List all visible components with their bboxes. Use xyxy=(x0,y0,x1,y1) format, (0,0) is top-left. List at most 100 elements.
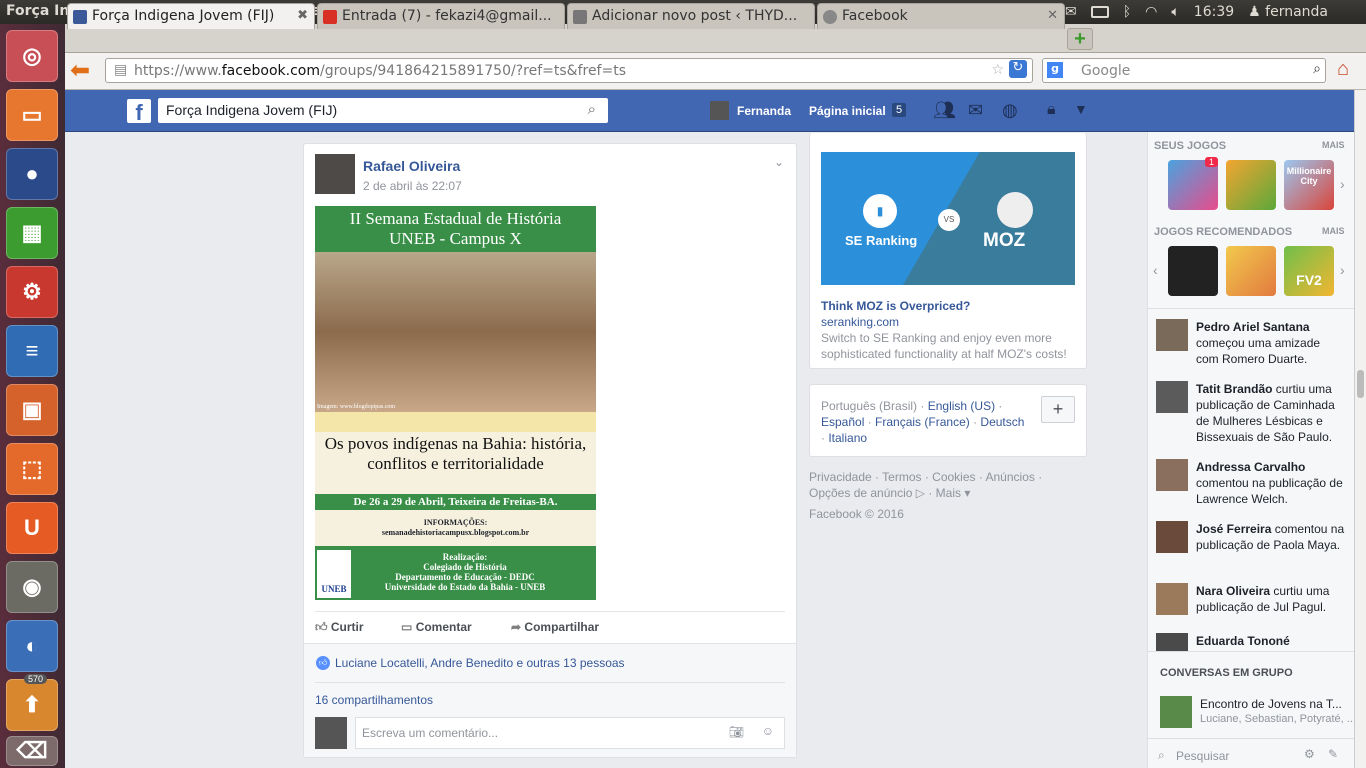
close-tab-icon[interactable]: ✕ xyxy=(1047,8,1058,23)
prev-games-chevron-icon[interactable]: ‹ xyxy=(1153,262,1158,278)
lang-espanol[interactable]: Español xyxy=(821,415,864,429)
lang-francais[interactable]: Français (France) xyxy=(875,415,970,429)
battery-icon[interactable] xyxy=(1090,6,1109,18)
ubuntu-dash-icon[interactable]: ◎ xyxy=(6,30,58,82)
tab-forca-indigena[interactable]: Força Indigena Jovem (FIJ) ✖ xyxy=(67,3,315,29)
activity-avatar[interactable] xyxy=(1156,381,1188,413)
group-chat-avatar[interactable] xyxy=(1160,696,1192,728)
more-link[interactable]: · Mais ▾ xyxy=(928,486,970,500)
blonde-game[interactable] xyxy=(1226,246,1276,296)
rec-more-link[interactable]: Mais xyxy=(1322,226,1345,236)
writer-icon[interactable]: ≡ xyxy=(6,325,58,377)
likes-summary[interactable]: Luciane Locatelli, Andre Benedito e outr… xyxy=(335,656,625,670)
scrollbar-thumb[interactable] xyxy=(1357,370,1364,398)
account-menu-icon[interactable]: ▼ xyxy=(1074,101,1088,117)
reload-icon[interactable]: ↻ xyxy=(1009,60,1027,78)
privacy-lock-icon[interactable]: 🔒︎ xyxy=(1047,101,1056,119)
group-chat-name[interactable]: Encontro de Jovens na T... xyxy=(1200,697,1350,711)
messages-icon[interactable]: ✉ xyxy=(968,100,983,121)
millionaire-city-game[interactable]: Millionaire City xyxy=(1284,160,1334,210)
add-language-button[interactable]: + xyxy=(1041,396,1075,423)
shares-count[interactable]: 16 compartilhamentos xyxy=(315,693,433,707)
new-message-icon[interactable]: ✎ xyxy=(1328,747,1338,761)
post-options-chevron-icon[interactable]: ⌄ xyxy=(774,155,784,169)
settings-icon[interactable]: ⚙ xyxy=(6,266,58,318)
lang-english[interactable]: English (US) xyxy=(928,399,995,413)
activity-avatar[interactable] xyxy=(1156,583,1188,615)
lang-italiano[interactable]: Italiano xyxy=(828,431,867,445)
url-bar[interactable]: ▤ https://www.facebook.com/groups/941864… xyxy=(105,58,1033,83)
activity-avatar[interactable] xyxy=(1156,521,1188,553)
volume-icon[interactable]: 🔈︎ xyxy=(1171,4,1179,20)
search-engine-box[interactable]: g Google ⌕ xyxy=(1042,58,1326,83)
new-tab-button[interactable]: + xyxy=(1067,28,1093,50)
facebook-search-input[interactable]: Força Indigena Jovem (FIJ) ⌕ xyxy=(158,98,608,123)
software-center-icon[interactable]: ⬚ xyxy=(6,443,58,495)
activity-avatar[interactable] xyxy=(1156,633,1188,651)
post-timestamp[interactable]: 2 de abril às 22:07 xyxy=(363,179,462,193)
profile-link[interactable]: Fernanda xyxy=(737,104,791,118)
ad-title[interactable]: Think MOZ is Overpriced? xyxy=(821,299,970,313)
back-arrow-icon[interactable]: ⬅ xyxy=(70,58,96,84)
user-menu[interactable]: ♟ fernanda xyxy=(1248,4,1328,20)
camera-icon[interactable]: 📷︎ xyxy=(729,725,744,739)
mail-icon[interactable]: ✉ xyxy=(1065,4,1077,20)
profile-avatar[interactable] xyxy=(710,101,729,120)
page-scrollbar[interactable] xyxy=(1354,90,1366,768)
calc-icon[interactable]: ▦ xyxy=(6,207,58,259)
activity-item[interactable]: José Ferreira comentou na publicação de … xyxy=(1196,521,1346,553)
activity-avatar[interactable] xyxy=(1156,459,1188,491)
author-avatar[interactable] xyxy=(315,154,355,194)
lang-deutsch[interactable]: Deutsch xyxy=(980,415,1024,429)
event-poster-image[interactable]: II Semana Estadual de História UNEB - Ca… xyxy=(315,206,596,600)
games-more-link[interactable]: Mais xyxy=(1322,140,1345,150)
close-tab-icon[interactable]: ✖ xyxy=(297,8,308,23)
wifi-icon[interactable]: ◠ xyxy=(1145,4,1157,20)
home-icon[interactable]: ⌂ xyxy=(1337,58,1359,82)
friend-requests-icon[interactable]: 👥︎ xyxy=(933,100,956,121)
firefox-icon[interactable]: ● xyxy=(6,148,58,200)
impress-icon[interactable]: ▣ xyxy=(6,384,58,436)
share-button[interactable]: ➦ Compartilhar xyxy=(511,620,599,634)
google-icon[interactable]: g xyxy=(1047,62,1063,78)
like-button[interactable]: 👍︎ Curtir xyxy=(315,620,364,635)
update-manager-icon[interactable]: ⬆ xyxy=(6,679,58,731)
frog-game[interactable] xyxy=(1226,160,1276,210)
ad-choices-link[interactable]: Opções de anúncio xyxy=(809,486,912,500)
trash-icon[interactable]: ⌫ xyxy=(6,736,58,766)
next-rec-chevron-icon[interactable]: › xyxy=(1340,262,1345,278)
bluetooth-icon[interactable]: ᛒ xyxy=(1123,4,1131,20)
home-link[interactable]: Página inicial xyxy=(809,104,886,118)
facebook-logo-icon[interactable]: f xyxy=(127,99,151,125)
chat-settings-gear-icon[interactable]: ⚙ xyxy=(1304,747,1315,761)
tab-wordpress[interactable]: Adicionar novo post ‹ THYD... xyxy=(567,3,815,29)
chat-search-bar[interactable]: ⌕ Pesquisar ⚙ ✎ xyxy=(1148,738,1354,768)
ad-domain[interactable]: seranking.com xyxy=(821,315,899,329)
gimp-icon[interactable]: ◉ xyxy=(6,561,58,613)
tab-gmail[interactable]: Entrada (7) - fekazi4@gmail... xyxy=(317,3,565,29)
bookmark-star-icon[interactable]: ☆ xyxy=(991,62,1004,78)
activity-item[interactable]: Tatit Brandão curtiu uma publicação de C… xyxy=(1196,381,1346,445)
clock[interactable]: 16:39 xyxy=(1194,4,1234,20)
search-icon[interactable]: ⌕ xyxy=(588,101,596,118)
files-icon[interactable]: ▭ xyxy=(6,89,58,141)
comment-button[interactable]: ▭ Comentar xyxy=(401,620,472,634)
comment-input[interactable]: Escreva um comentário... 📷︎ ☺ xyxy=(355,717,785,749)
ad-image[interactable]: ▮ SE Ranking VS MOZ xyxy=(821,152,1075,285)
activity-item[interactable]: Eduarda Tononé xyxy=(1196,633,1346,649)
chromium-icon[interactable]: ◐ xyxy=(6,620,58,672)
farmville2-game[interactable]: FV2 xyxy=(1284,246,1334,296)
activity-item[interactable]: Pedro Ariel Santana começou uma amizade … xyxy=(1196,319,1346,367)
author-name[interactable]: Rafael Oliveira xyxy=(363,158,460,174)
candy-crush-game[interactable] xyxy=(1168,160,1218,210)
activity-avatar[interactable] xyxy=(1156,319,1188,351)
notifications-globe-icon[interactable]: ◍ xyxy=(1002,100,1018,121)
emoji-icon[interactable]: ☺ xyxy=(762,724,774,738)
tab-facebook[interactable]: Facebook ✕ xyxy=(817,3,1065,29)
footer-line1[interactable]: Privacidade · Termos · Cookies · Anúncio… xyxy=(809,469,1042,485)
search-icon[interactable]: ⌕ xyxy=(1313,61,1321,77)
activity-item[interactable]: Nara Oliveira curtiu uma publicação de J… xyxy=(1196,583,1346,615)
circle-game[interactable] xyxy=(1168,246,1218,296)
ubuntu-one-icon[interactable]: U xyxy=(6,502,58,554)
next-games-chevron-icon[interactable]: › xyxy=(1340,176,1345,192)
